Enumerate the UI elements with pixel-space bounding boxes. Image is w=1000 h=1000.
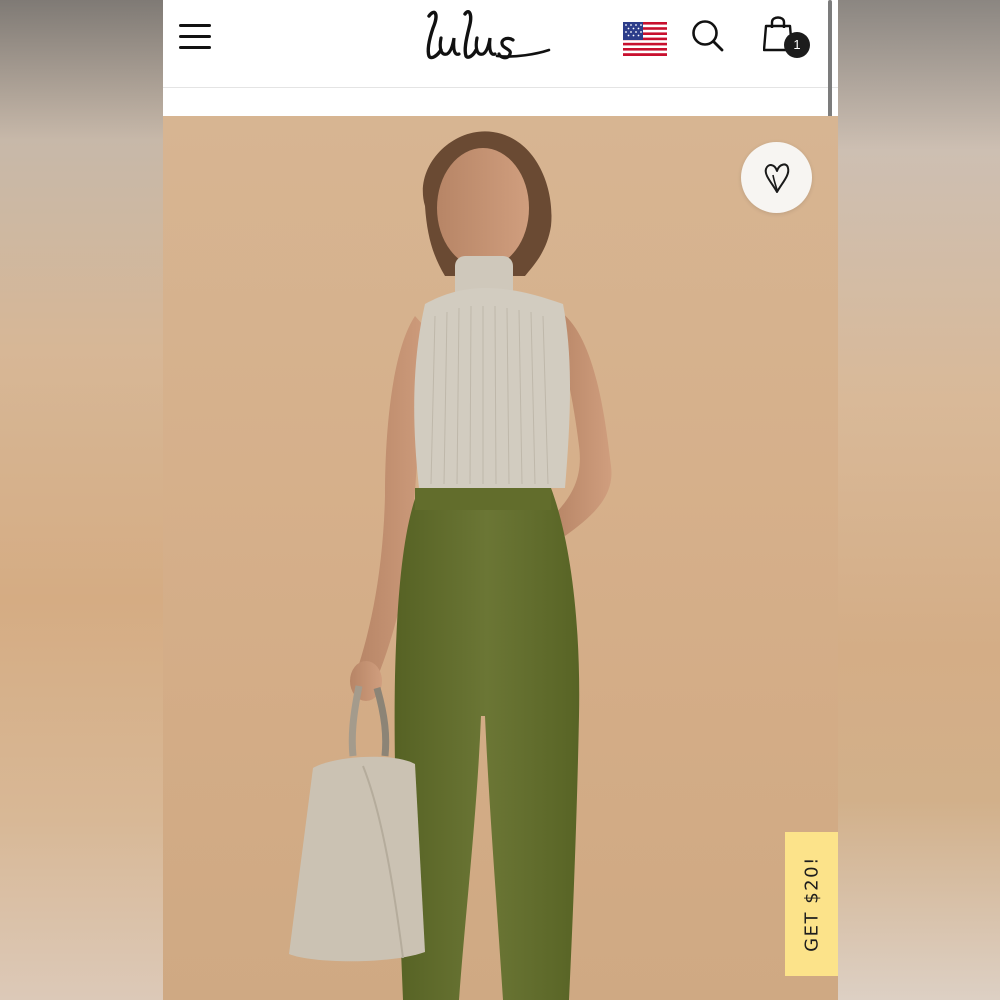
blurred-background-right [838,0,1000,1000]
shopping-bag-button[interactable]: 1 [762,14,813,62]
mobile-page: 1 GET $20! [163,0,838,1000]
product-photo[interactable] [163,116,838,1000]
heart-icon [764,163,790,193]
favorite-button[interactable] [741,142,812,213]
get-20-promo-tab[interactable]: GET $20! [785,832,838,976]
blurred-background-left [0,0,163,1000]
search-icon[interactable] [691,18,725,54]
hamburger-menu-icon[interactable] [177,20,213,52]
header-bar: 1 [163,0,838,136]
us-flag-icon[interactable] [623,22,667,56]
lulus-logo[interactable] [419,4,559,64]
promo-label: GET $20! [801,856,823,952]
cart-count-badge: 1 [784,32,810,58]
